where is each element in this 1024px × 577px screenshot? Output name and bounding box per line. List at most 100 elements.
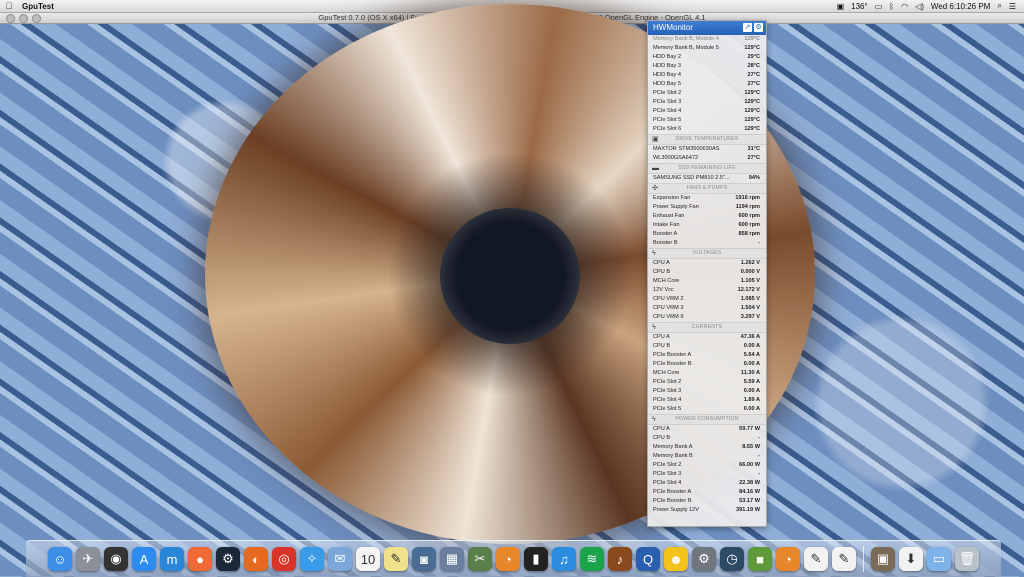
gear-icon[interactable]: ⚙ (754, 23, 763, 32)
sensor-row[interactable]: Memory Bank B, Module 4 129°C (648, 35, 766, 44)
sensor-row[interactable]: HDD Bay 2 29°C (648, 53, 766, 62)
sensor-row[interactable]: CPU A 59.77 W (648, 425, 766, 434)
sensor-row[interactable]: Booster A 858 rpm (648, 230, 766, 239)
sensor-row[interactable]: MCH Core 11.30 A (648, 369, 766, 378)
blender2-icon[interactable]: ◔ (776, 547, 800, 571)
wifi-icon[interactable]: ◠ (901, 2, 908, 11)
steam-icon[interactable]: ⚙ (216, 547, 240, 571)
temperature-readout[interactable]: 136° (851, 2, 868, 11)
tools-icon[interactable]: ✂ (468, 547, 492, 571)
bluetooth-icon[interactable]: ᛒ (889, 2, 894, 11)
trash-icon[interactable]: 🗑 (955, 547, 979, 571)
sensor-row[interactable]: CPU B - (648, 434, 766, 443)
sensor-row[interactable]: PCIe Slot 3 - (648, 470, 766, 479)
sensor-row[interactable]: CPU A 1.262 V (648, 259, 766, 268)
sensor-row[interactable]: PCIe Slot 6 129°C (648, 125, 766, 134)
sensor-row[interactable]: MCH Core 1.105 V (648, 277, 766, 286)
notes-icon[interactable]: ✎ (384, 547, 408, 571)
gpu-temp-icon[interactable]: ▣ (837, 2, 845, 11)
sensor-row[interactable]: CPU VRM 9 3.297 V (648, 313, 766, 322)
clapper-icon[interactable]: ▮ (524, 547, 548, 571)
section-header[interactable]: ϟ VOLTAGES (648, 248, 766, 259)
m-app-icon[interactable]: m (160, 547, 184, 571)
spotify-icon[interactable]: ≋ (580, 547, 604, 571)
sensor-row[interactable]: Memory Bank B - (648, 452, 766, 461)
clock[interactable]: Wed 6:10:26 PM (931, 2, 990, 11)
itunes-icon[interactable]: ♫ (552, 547, 576, 571)
safari-icon[interactable]: ✧ (300, 547, 324, 571)
sensor-row[interactable]: PCIe Slot 4 1.89 A (648, 396, 766, 405)
mail-icon[interactable]: ✉ (328, 547, 352, 571)
sensor-row[interactable]: MAXTOR STM3500630AS 31°C (648, 145, 766, 154)
sensor-row[interactable]: PCIe Slot 2 66.00 W (648, 461, 766, 470)
sensor-row[interactable]: PCIe Slot 3 129°C (648, 98, 766, 107)
sensor-row[interactable]: Exhaust Fan 600 rpm (648, 212, 766, 221)
section-header[interactable]: ✣ FANS & PUMPS (648, 183, 766, 194)
sensor-row[interactable]: WL3000GSA6472 27°C (648, 154, 766, 163)
sensor-row[interactable]: Memory Bank B, Module 5 129°C (648, 44, 766, 53)
sensor-row[interactable]: HDD Bay 5 27°C (648, 80, 766, 89)
battery-icon[interactable]: ▭ (875, 2, 883, 11)
sensor-row[interactable]: PCIe Slot 4 129°C (648, 107, 766, 116)
sensor-label: PCIe Booster A (653, 352, 692, 358)
sensor-row[interactable]: PCIe Slot 2 129°C (648, 89, 766, 98)
section-header[interactable]: ▬ SSD REMAINING LIFE (648, 163, 766, 174)
sensor-row[interactable]: HDD Bay 4 27°C (648, 71, 766, 80)
sensor-row[interactable]: HDD Bay 3 28°C (648, 62, 766, 71)
document-a-icon[interactable]: ✎ (804, 547, 828, 571)
chrome-icon[interactable]: ◎ (272, 547, 296, 571)
sensor-row[interactable]: 12V Vcc 12.172 V (648, 286, 766, 295)
section-title: CURRENTS (691, 324, 723, 330)
app-store-icon[interactable]: A (132, 547, 156, 571)
firefox-icon[interactable]: ◐ (244, 547, 268, 571)
detach-icon[interactable]: ↗ (743, 23, 752, 32)
sensor-row[interactable]: PCIe Slot 3 0.00 A (648, 387, 766, 396)
sensor-row[interactable]: Intake Fan 600 rpm (648, 221, 766, 230)
volume-icon[interactable]: ◁) (915, 2, 924, 11)
sensor-row[interactable]: CPU B 0.000 V (648, 268, 766, 277)
sensor-row[interactable]: Memory Bank A 8.55 W (648, 443, 766, 452)
downloads-doc-icon[interactable]: ⬇ (899, 547, 923, 571)
section-header[interactable]: ▣ DRIVE TEMPERATURES (648, 134, 766, 145)
preview-icon[interactable]: ▦ (440, 547, 464, 571)
blender-icon[interactable]: ◔ (496, 547, 520, 571)
finder-icon[interactable]: ☺ (48, 547, 72, 571)
time-machine-icon[interactable]: ◷ (720, 547, 744, 571)
calendar-icon[interactable]: 10 (356, 547, 380, 571)
apple-menu-icon[interactable]:  (0, 1, 18, 11)
sensor-row[interactable]: Power Supply Fan 1194 rpm (648, 203, 766, 212)
document-b-icon[interactable]: ✎ (832, 547, 856, 571)
sensor-row[interactable]: CPU VRM 2 1.085 V (648, 295, 766, 304)
launchpad-icon[interactable]: ✈ (76, 547, 100, 571)
minecraft-icon[interactable]: ■ (748, 547, 772, 571)
smiley-icon[interactable]: ☻ (664, 547, 688, 571)
sensor-row[interactable]: Power Supply 12V 391.19 W (648, 506, 766, 515)
photo-stack-icon[interactable]: ▣ (871, 547, 895, 571)
sensor-row[interactable]: PCIe Booster A 5.64 A (648, 351, 766, 360)
camera-icon[interactable]: ◙ (412, 547, 436, 571)
sensor-row[interactable]: CPU B 0.00 A (648, 342, 766, 351)
section-header[interactable]: ϟ CURRENTS (648, 322, 766, 333)
sensor-row[interactable]: PCIe Slot 5 129°C (648, 116, 766, 125)
guitar-icon[interactable]: ♪ (608, 547, 632, 571)
section-header[interactable]: ϟ POWER CONSUMPTION (648, 414, 766, 425)
sensor-row[interactable]: PCIe Slot 4 22.38 W (648, 479, 766, 488)
quicktime-icon[interactable]: Q (636, 547, 660, 571)
app-menu-name[interactable]: GpuTest (22, 2, 54, 11)
folder-icon[interactable]: ▭ (927, 547, 951, 571)
sensor-row[interactable]: PCIe Booster B 0.00 A (648, 360, 766, 369)
system-prefs-icon[interactable]: ⚙ (692, 547, 716, 571)
sensor-row[interactable]: PCIe Slot 5 0.00 A (648, 405, 766, 414)
dashboard-icon[interactable]: ◉ (104, 547, 128, 571)
sensor-row[interactable]: PCIe Booster B 53.17 W (648, 497, 766, 506)
spotlight-icon[interactable]: ⌕ (997, 1, 1001, 11)
sensor-row[interactable]: PCIe Booster A 84.16 W (648, 488, 766, 497)
sensor-row[interactable]: Expansion Fan 1916 rpm (648, 194, 766, 203)
sensor-row[interactable]: Booster B - (648, 239, 766, 248)
maps-pin-icon[interactable]: ● (188, 547, 212, 571)
sensor-row[interactable]: CPU VRM 3 1.504 V (648, 304, 766, 313)
sensor-row[interactable]: SAMSUNG SSD PM810 2.5"... 94% (648, 174, 766, 183)
sensor-row[interactable]: PCIe Slot 2 5.59 A (648, 378, 766, 387)
notification-center-icon[interactable]: ☰ (1009, 2, 1016, 11)
sensor-row[interactable]: CPU A 47.36 A (648, 333, 766, 342)
